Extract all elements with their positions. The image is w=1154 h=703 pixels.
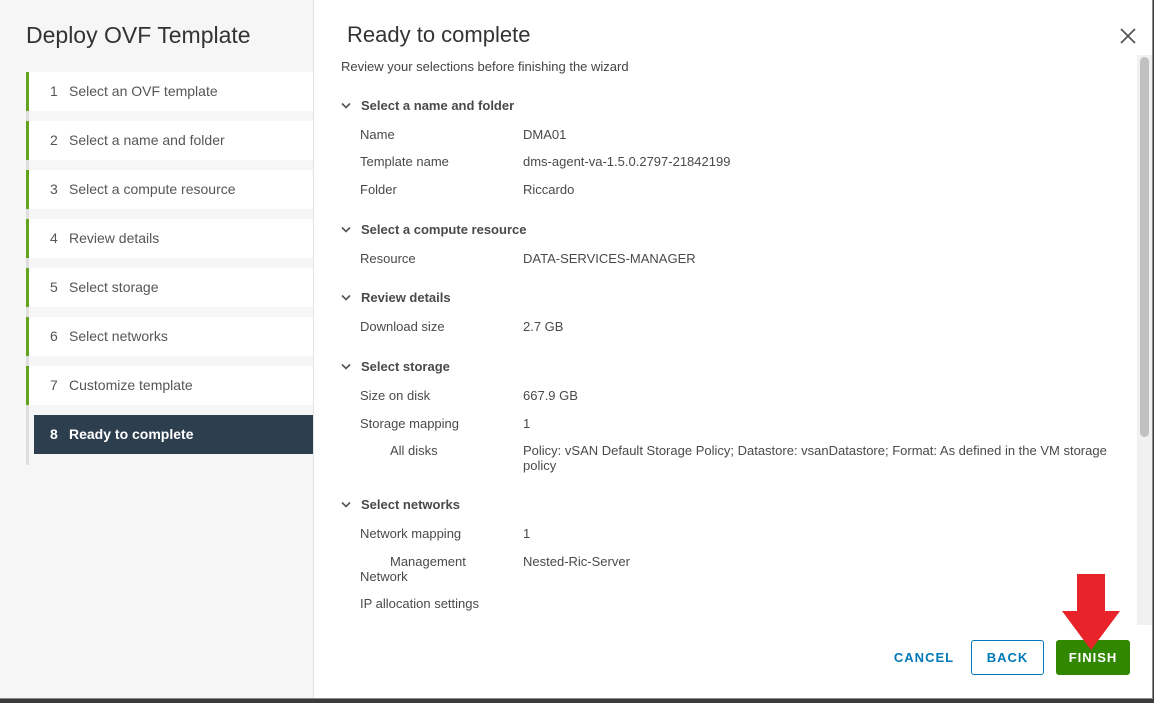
network-mapping-label: Network mapping	[360, 526, 462, 541]
section-heading: Select storage	[361, 359, 450, 374]
page-subtitle: Review your selections before finishing …	[341, 59, 629, 74]
folder-value: Riccardo	[523, 182, 575, 197]
section-networks-toggle[interactable]: Select networks	[341, 497, 460, 512]
chevron-down-icon	[341, 222, 351, 237]
network-mapping-value: 1	[523, 526, 531, 541]
step-customize-template[interactable]: 7 Customize template	[26, 366, 313, 405]
page-title: Ready to complete	[347, 22, 531, 47]
step-number: 4	[50, 230, 58, 246]
step-label: Select storage	[69, 279, 159, 295]
close-icon	[1120, 28, 1136, 44]
step-number: 7	[50, 377, 58, 393]
close-button[interactable]	[1116, 24, 1140, 48]
step-number: 2	[50, 132, 58, 148]
chevron-down-icon	[341, 497, 351, 512]
resource-label: Resource	[360, 251, 416, 266]
step-number: 1	[50, 83, 58, 99]
step-select-name-folder[interactable]: 2 Select a name and folder	[26, 121, 313, 160]
content-scrollbar[interactable]	[1137, 55, 1152, 625]
all-disks-value: Policy: vSAN Default Storage Policy; Dat…	[523, 443, 1107, 473]
chevron-down-icon	[341, 359, 351, 374]
step-number: 6	[50, 328, 58, 344]
step-number: 8	[50, 426, 58, 442]
download-size-value: 2.7 GB	[523, 319, 564, 334]
step-label: Select a compute resource	[69, 181, 236, 197]
download-size-label: Download size	[360, 319, 445, 334]
all-disks-label: All disks	[390, 443, 438, 458]
management-network-label-line2: Network	[360, 569, 408, 584]
wizard-nav: Deploy OVF Template 1 Select an OVF temp…	[0, 0, 314, 698]
folder-label: Folder	[360, 182, 397, 197]
section-heading: Select a name and folder	[361, 98, 515, 113]
name-label: Name	[360, 127, 395, 142]
step-review-details[interactable]: 4 Review details	[26, 219, 313, 258]
section-review-toggle[interactable]: Review details	[341, 290, 451, 305]
cancel-button[interactable]: CANCEL	[885, 640, 963, 675]
step-ready-to-complete[interactable]: 8 Ready to complete	[34, 415, 313, 454]
chevron-down-icon	[341, 98, 351, 113]
management-network-label-line1: Management	[390, 554, 466, 569]
section-compute-toggle[interactable]: Select a compute resource	[341, 222, 526, 237]
size-on-disk-label: Size on disk	[360, 388, 431, 403]
step-label: Review details	[69, 230, 160, 246]
storage-mapping-label: Storage mapping	[360, 416, 460, 431]
size-on-disk-value: 667.9 GB	[523, 388, 578, 403]
template-name-value: dms-agent-va-1.5.0.2797-21842199	[523, 154, 731, 169]
step-select-compute-resource[interactable]: 3 Select a compute resource	[26, 170, 313, 209]
section-heading: Select networks	[361, 497, 460, 512]
storage-mapping-value: 1	[523, 416, 531, 431]
section-name-folder-toggle[interactable]: Select a name and folder	[341, 98, 514, 113]
management-network-value: Nested-Ric-Server	[523, 554, 630, 569]
wizard-steps: 1 Select an OVF template 2 Select a name…	[26, 72, 313, 465]
wizard-title: Deploy OVF Template	[26, 22, 251, 48]
arrow-down-annotation-icon	[1062, 574, 1120, 650]
step-label: Select networks	[69, 328, 168, 344]
section-heading: Review details	[361, 290, 451, 305]
resource-value: DATA-SERVICES-MANAGER	[523, 251, 696, 266]
step-select-storage[interactable]: 5 Select storage	[26, 268, 313, 307]
section-heading: Select a compute resource	[361, 222, 527, 237]
scrollbar-thumb[interactable]	[1140, 57, 1149, 437]
section-storage-toggle[interactable]: Select storage	[341, 359, 450, 374]
step-select-networks[interactable]: 6 Select networks	[26, 317, 313, 356]
review-content: Select a name and folder Name DMA01 Temp…	[341, 92, 1131, 620]
step-select-ovf-template[interactable]: 1 Select an OVF template	[26, 72, 313, 111]
deploy-ovf-dialog: Deploy OVF Template 1 Select an OVF temp…	[0, 0, 1153, 699]
step-label: Ready to complete	[69, 426, 194, 442]
step-label: Select an OVF template	[69, 83, 218, 99]
ip-allocation-label: IP allocation settings	[360, 596, 479, 611]
step-number: 3	[50, 181, 58, 197]
template-name-label: Template name	[360, 154, 449, 169]
step-number: 5	[50, 279, 58, 295]
step-label: Customize template	[69, 377, 193, 393]
name-value: DMA01	[523, 127, 567, 142]
chevron-down-icon	[341, 290, 351, 305]
step-label: Select a name and folder	[69, 132, 225, 148]
back-button[interactable]: BACK	[971, 640, 1044, 675]
